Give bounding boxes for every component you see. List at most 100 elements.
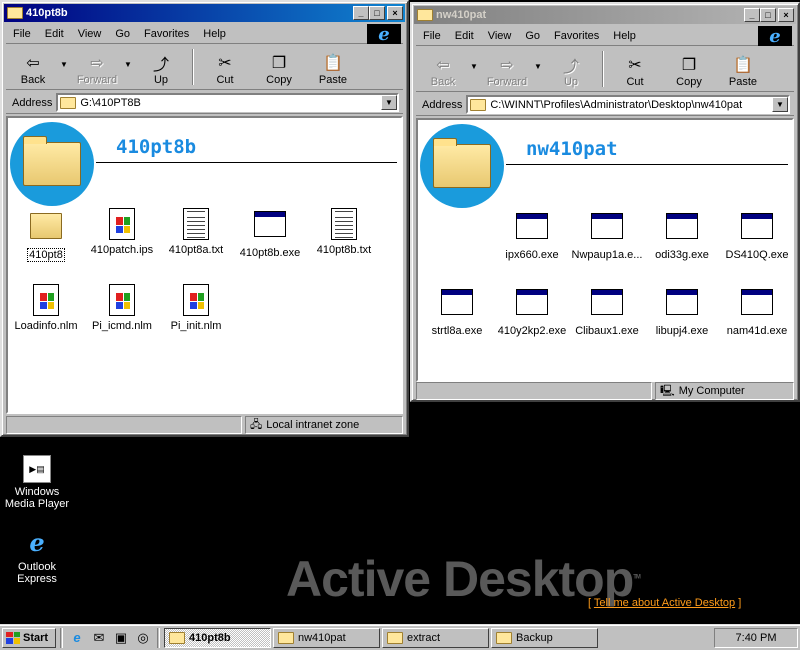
outlook-quicklaunch-icon[interactable]: ✉ — [89, 628, 109, 648]
ie-logo-icon: e — [367, 24, 401, 45]
executable-icon — [741, 210, 773, 239]
desktop-icon-media-player[interactable]: ▶▤ Windows Media Player — [2, 455, 72, 510]
menu-view[interactable]: View — [481, 30, 519, 42]
file-410pt8b-txt[interactable]: 410pt8b.txt — [306, 208, 382, 256]
executable-icon — [254, 208, 286, 237]
up-button[interactable]: ⤴ Up — [134, 46, 188, 88]
desktop-icon-outlook-express[interactable]: e Outlook Express — [2, 528, 72, 586]
menu-go[interactable]: Go — [518, 30, 547, 42]
paste-button[interactable]: 📋 Paste — [306, 46, 360, 88]
forward-arrow-icon: ⇨ — [90, 55, 104, 72]
tell-me-about-active-desktop-link[interactable]: Tell me about Active Desktop — [594, 597, 735, 609]
channels-quicklaunch-icon[interactable]: ◎ — [133, 628, 153, 648]
forward-button[interactable]: ⇨ Forward — [480, 48, 534, 90]
menu-help[interactable]: Help — [606, 30, 643, 42]
back-dropdown[interactable]: ▼ — [60, 46, 70, 69]
tell-me-link-container: [ Tell me about Active Desktop ] — [588, 597, 742, 609]
executable-icon — [591, 286, 623, 315]
cut-button[interactable]: ✂ Cut — [608, 48, 662, 90]
file-odi33g-exe[interactable]: odi33g.exe — [644, 210, 720, 261]
folder-title: nw410pat — [526, 138, 618, 160]
back-dropdown[interactable]: ▼ — [470, 48, 480, 71]
folder-icon — [470, 98, 487, 111]
folder-icon — [496, 631, 512, 644]
title-bar[interactable]: 410pt8b _ □ × — [4, 4, 405, 22]
start-button[interactable]: Start — [2, 627, 56, 648]
executable-icon — [591, 210, 623, 239]
back-button[interactable]: ⇦ Back — [416, 48, 470, 90]
file-nwpaup1a[interactable]: Nwpaup1a.e... — [569, 210, 645, 261]
back-button[interactable]: ⇦ Back — [6, 46, 60, 88]
desktop-quicklaunch-icon[interactable]: ▣ — [111, 628, 131, 648]
task-button-backup[interactable]: Backup — [491, 627, 598, 648]
menu-file[interactable]: File — [6, 28, 38, 40]
menu-favorites[interactable]: Favorites — [137, 28, 196, 40]
clipboard-icon: 📋 — [323, 55, 343, 72]
menu-help[interactable]: Help — [196, 28, 233, 40]
title-bar[interactable]: nw410pat _ □ × — [414, 6, 796, 24]
address-bar: Address G:\410PT8B ▼ — [6, 92, 403, 114]
scissors-icon: ✂ — [218, 55, 232, 72]
file-ipx660-exe[interactable]: ipx660.exe — [494, 210, 570, 261]
file-nam41d-exe[interactable]: nam41d.exe — [719, 286, 792, 337]
system-tray-clock[interactable]: 7:40 PM — [714, 628, 798, 648]
address-label: Address — [422, 98, 463, 111]
file-410pt8[interactable]: 410pt8 — [8, 208, 84, 262]
copy-button[interactable]: ❐ Copy — [662, 48, 716, 90]
folder-title: 410pt8b — [116, 136, 197, 158]
back-arrow-icon: ⇦ — [26, 55, 40, 72]
forward-dropdown[interactable]: ▼ — [534, 48, 544, 71]
title-rule — [96, 162, 397, 163]
outlook-express-icon: e — [29, 528, 45, 557]
task-button-extract[interactable]: extract — [382, 627, 489, 648]
window-title: 410pt8b — [26, 7, 68, 19]
menu-go[interactable]: Go — [108, 28, 137, 40]
menu-favorites[interactable]: Favorites — [547, 30, 606, 42]
paste-button[interactable]: 📋 Paste — [716, 48, 770, 90]
address-field[interactable]: G:\410PT8B ▼ — [56, 93, 399, 112]
minimize-button[interactable]: _ — [744, 8, 760, 22]
file-ds410q-exe[interactable]: DS410Q.exe — [719, 210, 792, 261]
toolbar: ⇦ Back ▼ ⇨ Forward ▼ ⤴ Up ✂ Cut ❐ Copy 📋 Paste — [6, 46, 403, 90]
menu-view[interactable]: View — [71, 28, 109, 40]
address-dropdown-button[interactable]: ▼ — [772, 97, 788, 112]
forward-button[interactable]: ⇨ Forward — [70, 46, 124, 88]
window-title: nw410pat — [436, 9, 487, 21]
address-field[interactable]: C:\WINNT\Profiles\Administrator\Desktop\… — [466, 95, 790, 114]
minimize-button[interactable]: _ — [353, 6, 369, 20]
taskbar: Start e ✉ ▣ ◎ 410pt8b nw410pat extract B… — [0, 624, 800, 650]
file-410pt8b-exe[interactable]: 410pt8b.exe — [232, 208, 308, 259]
back-arrow-icon: ⇦ — [436, 57, 450, 74]
file-loadinfo-nlm[interactable]: Loadinfo.nlm — [8, 284, 84, 332]
close-button[interactable]: × — [778, 8, 794, 22]
menu-edit[interactable]: Edit — [38, 28, 71, 40]
close-button[interactable]: × — [387, 6, 403, 20]
executable-icon — [741, 286, 773, 315]
windows-file-icon — [183, 284, 209, 316]
address-dropdown-button[interactable]: ▼ — [381, 95, 397, 110]
file-410pt8a-txt[interactable]: 410pt8a.txt — [158, 208, 234, 256]
up-button[interactable]: ⤴ Up — [544, 48, 598, 90]
task-button-410pt8b[interactable]: 410pt8b — [164, 627, 271, 648]
maximize-button[interactable]: □ — [760, 8, 776, 22]
file-pi-init-nlm[interactable]: Pi_init.nlm — [158, 284, 234, 332]
menu-file[interactable]: File — [416, 30, 448, 42]
address-label: Address — [12, 96, 53, 109]
file-clibaux1-exe[interactable]: Clibaux1.exe — [569, 286, 645, 337]
forward-dropdown[interactable]: ▼ — [124, 46, 134, 69]
file-410patch-ips[interactable]: 410patch.ips — [84, 208, 160, 256]
task-button-nw410pat[interactable]: nw410pat — [273, 627, 380, 648]
menu-edit[interactable]: Edit — [448, 30, 481, 42]
maximize-button[interactable]: □ — [369, 6, 385, 20]
cut-button[interactable]: ✂ Cut — [198, 46, 252, 88]
windows-file-icon — [33, 284, 59, 316]
file-pi-icmd-nlm[interactable]: Pi_icmd.nlm — [84, 284, 160, 332]
file-libupj4-exe[interactable]: libupj4.exe — [644, 286, 720, 337]
executable-icon — [666, 210, 698, 239]
copy-button[interactable]: ❐ Copy — [252, 46, 306, 88]
scissors-icon: ✂ — [628, 57, 642, 74]
file-strtl8a-exe[interactable]: strtl8a.exe — [419, 286, 495, 337]
ie-quicklaunch-icon[interactable]: e — [67, 628, 87, 648]
file-410y2kp2-exe[interactable]: 410y2kp2.exe — [494, 286, 570, 337]
copy-icon: ❐ — [681, 57, 697, 74]
